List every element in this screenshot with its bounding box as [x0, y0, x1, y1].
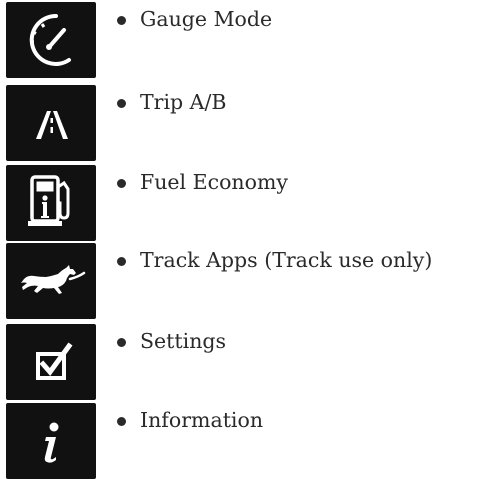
- information-icon: [6, 403, 96, 479]
- bullet-icon: [117, 16, 126, 25]
- bullet-icon: [117, 179, 126, 188]
- menu-item-label: Information: [140, 408, 264, 432]
- menu-list: Gauge Mode Trip A/B Fuel Economy Track A…: [0, 0, 477, 479]
- menu-item-label: Trip A/B: [140, 90, 227, 114]
- bullet-icon: [117, 257, 126, 266]
- menu-item-trip-ab[interactable]: Trip A/B: [0, 85, 477, 161]
- bullet-icon: [117, 99, 126, 108]
- checkbox-icon: [6, 324, 96, 400]
- menu-item-label: Gauge Mode: [140, 7, 273, 31]
- menu-item-label: Fuel Economy: [140, 170, 288, 194]
- fuel-pump-info-icon: [6, 165, 96, 241]
- running-horse-icon: [6, 243, 96, 319]
- menu-item-information[interactable]: Information: [0, 403, 477, 479]
- gauge-icon: [6, 2, 96, 78]
- road-icon: [6, 85, 96, 161]
- menu-item-fuel-economy[interactable]: Fuel Economy: [0, 165, 477, 241]
- menu-item-label: Settings: [140, 329, 227, 353]
- menu-item-settings[interactable]: Settings: [0, 324, 477, 400]
- menu-item-label: Track Apps (Track use only): [140, 248, 433, 272]
- bullet-icon: [117, 338, 126, 347]
- bullet-icon: [117, 417, 126, 426]
- menu-item-gauge-mode[interactable]: Gauge Mode: [0, 2, 477, 78]
- menu-item-track-apps[interactable]: Track Apps (Track use only): [0, 243, 477, 319]
